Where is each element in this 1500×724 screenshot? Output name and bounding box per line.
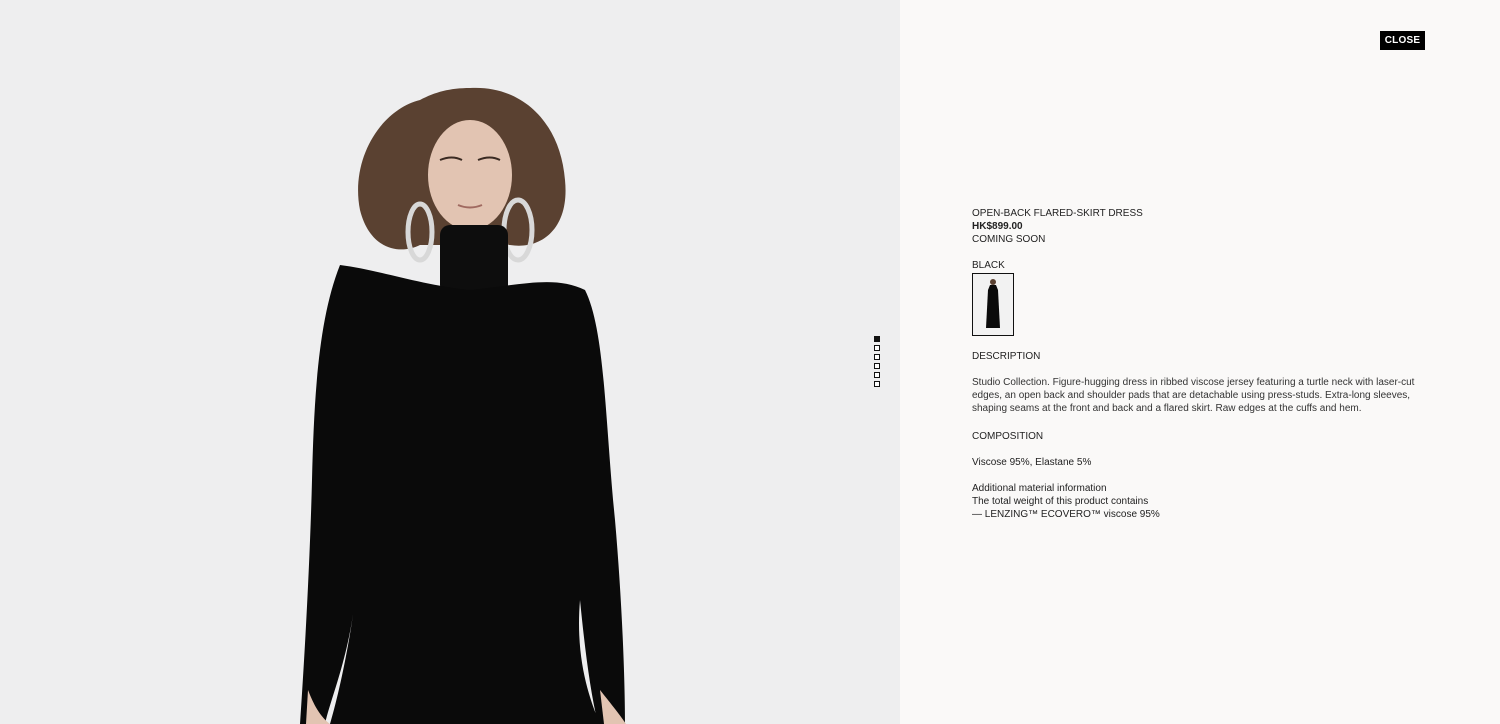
color-swatch-black[interactable]: [972, 273, 1014, 336]
dress-thumbnail-icon: [986, 278, 1000, 328]
pager-dot[interactable]: [874, 363, 880, 369]
color-label: BLACK: [972, 260, 1005, 271]
product-image: [300, 87, 626, 724]
material-title: Additional material information: [972, 483, 1107, 494]
pager-dot[interactable]: [874, 354, 880, 360]
product-price: HK$899.00: [972, 221, 1023, 232]
pager-dot[interactable]: [874, 381, 880, 387]
composition-heading: COMPOSITION: [972, 431, 1044, 442]
pager-dot[interactable]: [874, 372, 880, 378]
product-image-gallery[interactable]: [0, 0, 900, 724]
product-info: OPEN-BACK FLARED-SKIRT DRESS HK$899.00 C…: [972, 207, 1422, 521]
close-button[interactable]: CLOSE: [1380, 31, 1425, 50]
product-name: OPEN-BACK FLARED-SKIRT DRESS: [972, 208, 1143, 219]
availability-status: COMING SOON: [972, 234, 1046, 245]
product-details-panel: CLOSE OPEN-BACK FLARED-SKIRT DRESS HK$89…: [900, 0, 1500, 724]
material-line: — LENZING™ ECOVERO™ viscose 95%: [972, 509, 1160, 520]
material-line: The total weight of this product contain…: [972, 496, 1149, 507]
product-quickview: CLOSE OPEN-BACK FLARED-SKIRT DRESS HK$89…: [0, 0, 1500, 724]
pager-dot[interactable]: [874, 345, 880, 351]
composition-text: Viscose 95%, Elastane 5%: [972, 457, 1092, 468]
description-text: Studio Collection. Figure-hugging dress …: [972, 377, 1415, 414]
description-heading: DESCRIPTION: [972, 351, 1041, 362]
material-info: Additional material information The tota…: [972, 482, 1422, 521]
image-pager: [874, 336, 880, 387]
pager-dot[interactable]: [874, 336, 880, 342]
